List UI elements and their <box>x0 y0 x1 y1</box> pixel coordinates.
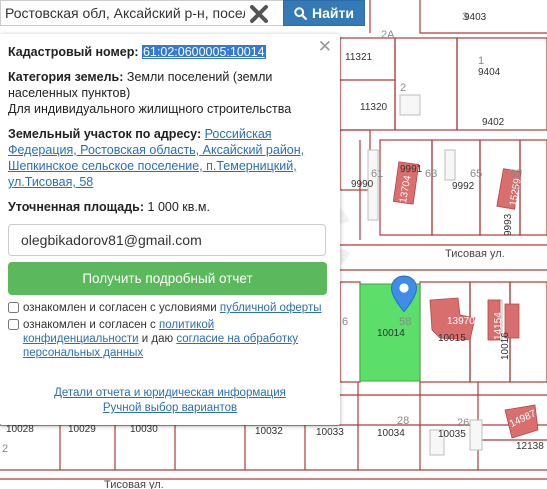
land-usage-value: Для индивидуального жилищного строительс… <box>8 102 292 116</box>
cadastral-number-value[interactable]: 61:02:0600005:10014 <box>141 45 266 59</box>
parcel-id: 9402 <box>482 117 505 128</box>
search-icon <box>294 6 307 20</box>
parcel-number: 2 <box>400 82 407 94</box>
offer-consent-text: ознакомлен и согласен с условиями публич… <box>23 302 322 314</box>
area-row: Уточненная площадь: 1 000 кв.м. <box>8 199 332 215</box>
parcel-id: 11320 <box>360 102 388 113</box>
parcel-number: 2А <box>381 29 395 41</box>
search-button[interactable]: Найти <box>283 0 365 26</box>
parcel-id: 10028 <box>6 424 34 435</box>
parcel-id: 10033 <box>316 427 344 438</box>
parcel-id: 10030 <box>130 424 158 435</box>
parcel-id: 10034 <box>377 428 405 439</box>
parcel-id: 9991 <box>400 164 423 175</box>
building-number: 14154 <box>493 312 504 340</box>
parcel-number: 6 <box>342 316 349 328</box>
area-label: Уточненная площадь: <box>8 200 145 214</box>
parcel-number: 1 <box>478 55 485 67</box>
public-offer-link[interactable]: публичной оферты <box>220 302 322 314</box>
clear-search-button[interactable] <box>245 2 273 26</box>
parcel-number: 2 <box>2 443 9 455</box>
panel-footer-links: Детали отчета и юридическая информация Р… <box>0 386 340 416</box>
land-category-label: Категория земель: <box>8 70 124 84</box>
parcel-id-selected: 10014 <box>377 328 405 339</box>
privacy-consent-checkbox[interactable] <box>8 319 19 330</box>
building-number: 13970 <box>447 316 475 327</box>
street-label: Тисовая ул. <box>104 479 164 489</box>
street-label: Тисовая ул. <box>445 248 505 260</box>
parcel-number: 63 <box>425 168 438 180</box>
parcel-id: 9990 <box>351 179 374 190</box>
area-value: 1 000 кв.м. <box>147 200 210 214</box>
privacy-consent-text: ознакомлен и согласен с политикой конфид… <box>23 319 299 359</box>
address-label: Земельный участок по адресу: <box>8 127 202 141</box>
privacy-consent-checkbox-row[interactable]: ознакомлен и согласен с политикой конфид… <box>8 318 332 360</box>
land-category-row: Категория земель: Земли поселений (земли… <box>8 69 332 117</box>
parcel-number: 28 <box>397 415 410 427</box>
cadastral-number-row: Кадастровый номер: 61:02:0600005:10014 <box>8 44 332 60</box>
parcel-id: 10032 <box>255 426 283 437</box>
parcel-id: 11321 <box>345 52 373 63</box>
get-report-button[interactable]: Получить подробный отчет <box>8 262 327 295</box>
parcel-id: 9992 <box>452 181 475 192</box>
parcel-number: 26 <box>457 417 470 429</box>
parcel-id: 9403 <box>464 12 487 23</box>
parcel-id: 9404 <box>478 67 501 78</box>
parcel-id: 10035 <box>438 429 466 440</box>
parcel-number: 65 <box>470 168 483 180</box>
parcel-id: 9993 <box>503 213 514 236</box>
map-pin-icon[interactable] <box>390 275 418 313</box>
email-input[interactable] <box>8 224 326 256</box>
search-button-label: Найти <box>312 5 354 21</box>
parcel-id: 10015 <box>438 333 466 344</box>
manual-selection-link[interactable]: Ручной выбор вариантов <box>103 402 237 414</box>
address-row: Земельный участок по адресу: Российская … <box>8 126 332 190</box>
close-panel-button[interactable]: ✕ <box>318 38 332 56</box>
parcel-id: 10029 <box>68 424 96 435</box>
parcel-info-panel: ✕ Кадастровый номер: 61:02:0600005:10014… <box>0 34 340 425</box>
parcel-number: 58 <box>399 316 412 328</box>
address-search-input[interactable] <box>1 1 249 25</box>
offer-consent-checkbox-row[interactable]: ознакомлен и согласен с условиями публич… <box>8 301 332 315</box>
cadastral-number-label: Кадастровый номер: <box>8 45 139 59</box>
parcel-id: 12138 <box>516 441 544 452</box>
close-icon <box>250 5 268 23</box>
offer-consent-checkbox[interactable] <box>8 302 19 313</box>
report-details-link[interactable]: Детали отчета и юридическая информация <box>54 387 286 399</box>
